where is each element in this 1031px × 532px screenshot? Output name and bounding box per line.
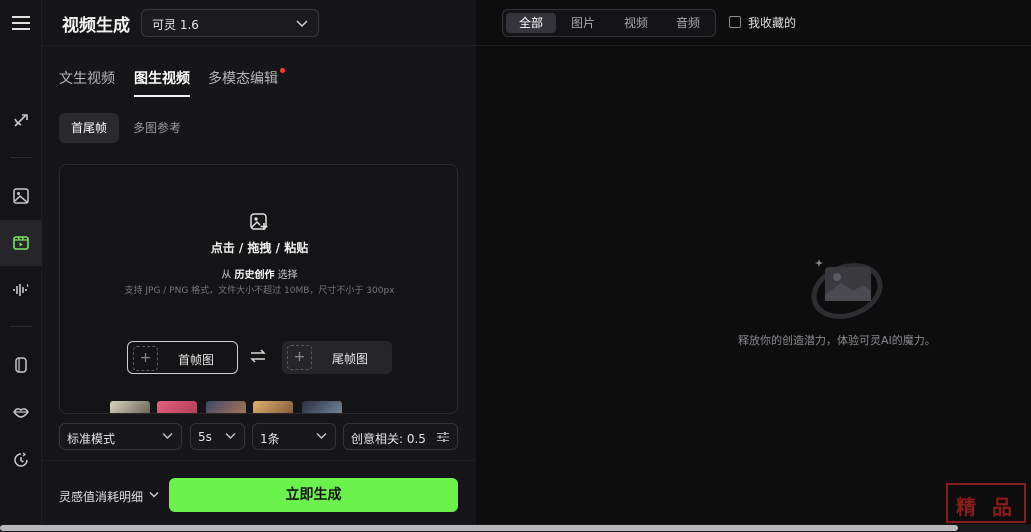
favorites-checkbox[interactable]: [729, 16, 741, 28]
audio-wave-icon: [13, 283, 29, 296]
last-frame-button[interactable]: + 尾帧图: [282, 341, 392, 374]
tab-multimodal-edit[interactable]: 多模态编辑: [208, 68, 278, 88]
panel-header: 视频生成 可灵 1.6: [42, 0, 476, 46]
generate-button[interactable]: 立即生成: [169, 478, 458, 512]
watermark-stamp: 精 品: [946, 483, 1026, 523]
plus-icon: +: [133, 346, 158, 371]
image-add-icon: [250, 213, 268, 230]
example-thumbnail[interactable]: [157, 401, 197, 413]
example-thumbnail[interactable]: [110, 401, 150, 413]
tab-multi-image-reference[interactable]: 多图参考: [121, 113, 193, 143]
history-link[interactable]: 历史创作: [235, 270, 275, 281]
filter-all[interactable]: 全部: [506, 13, 556, 33]
upload-from-history: 从 历史创作 选择: [221, 270, 298, 281]
swap-icon[interactable]: [250, 348, 266, 364]
creativity-setting[interactable]: 创意相关: 0.5: [343, 423, 458, 450]
lips-icon: [13, 408, 29, 418]
rail-item-audio[interactable]: [0, 267, 42, 313]
page-title: 视频生成: [62, 16, 130, 36]
chevron-down-icon: [162, 433, 173, 439]
rail-item-lips[interactable]: [0, 389, 42, 435]
empty-state-illustration: [811, 259, 883, 319]
rail-item-assets[interactable]: [0, 342, 42, 388]
rail-item-history[interactable]: [0, 437, 42, 483]
hamburger-icon: [12, 16, 30, 30]
type-filter: 全部 图片 视频 音频: [502, 9, 716, 37]
tab-first-last-frame[interactable]: 首尾帧: [59, 113, 120, 143]
scrollbar-thumb[interactable]: [0, 525, 958, 531]
rail-item-video[interactable]: [0, 220, 42, 266]
count-select[interactable]: 1条: [252, 423, 336, 450]
results-area: 全部 图片 视频 音频 我收藏的 释放你的创造潜力，体验可灵AI的魔力。: [476, 0, 1031, 532]
history-icon: [14, 452, 28, 467]
example-thumbnail[interactable]: [206, 401, 246, 413]
example-thumbnail[interactable]: [253, 401, 293, 413]
tab-image-to-video[interactable]: 图生视频: [134, 68, 190, 97]
results-header: 全部 图片 视频 音频 我收藏的: [476, 0, 1031, 46]
filter-audio[interactable]: 音频: [663, 13, 713, 33]
example-thumbnail[interactable]: [302, 401, 342, 413]
filter-video[interactable]: 视频: [611, 13, 661, 33]
upload-hint: 支持 JPG / PNG 格式，文件大小不超过 10MB，尺寸不小于 300px: [124, 286, 395, 296]
tab-text-to-video[interactable]: 文生视频: [59, 68, 115, 88]
mode-select[interactable]: 标准模式: [59, 423, 182, 450]
favorites-label: 我收藏的: [748, 16, 797, 30]
chevron-down-icon: [149, 492, 159, 498]
first-frame-label: 首帧图: [178, 353, 215, 367]
sliders-icon: [437, 432, 449, 442]
wand-icon: [14, 114, 28, 127]
left-rail: [0, 0, 42, 532]
duration-select[interactable]: 5s: [190, 423, 245, 450]
upload-main-text: 点击 / 拖拽 / 粘贴: [210, 241, 309, 255]
rail-item-image[interactable]: [0, 173, 42, 219]
rail-item-explore[interactable]: [0, 98, 42, 144]
plus-icon: +: [287, 345, 312, 370]
generation-panel: 视频生成 可灵 1.6 文生视频 图生视频 多模态编辑 首尾帧 多图参考 点击 …: [42, 0, 476, 532]
last-frame-label: 尾帧图: [332, 352, 369, 366]
empty-state-text: 释放你的创造潜力，体验可灵AI的魔力。: [738, 334, 936, 347]
first-frame-button[interactable]: + 首帧图: [127, 341, 238, 374]
cost-details-toggle[interactable]: 灵感值消耗明细: [59, 488, 159, 505]
menu-button[interactable]: [0, 0, 42, 46]
model-select-value: 可灵 1.6: [152, 18, 199, 32]
cube-icon: [15, 357, 27, 373]
video-icon: [13, 236, 29, 250]
upload-dropzone[interactable]: 点击 / 拖拽 / 粘贴 从 历史创作 选择 支持 JPG / PNG 格式，文…: [59, 164, 458, 414]
new-badge-dot: [280, 68, 285, 73]
filter-image[interactable]: 图片: [558, 13, 608, 33]
horizontal-scrollbar[interactable]: [0, 524, 1031, 532]
panel-footer: 灵感值消耗明细 立即生成: [42, 460, 476, 532]
model-select[interactable]: 可灵 1.6: [141, 9, 319, 37]
chevron-down-icon: [296, 20, 308, 28]
chevron-down-icon: [316, 433, 327, 439]
image-icon: [13, 188, 29, 204]
chevron-down-icon: [225, 433, 236, 439]
